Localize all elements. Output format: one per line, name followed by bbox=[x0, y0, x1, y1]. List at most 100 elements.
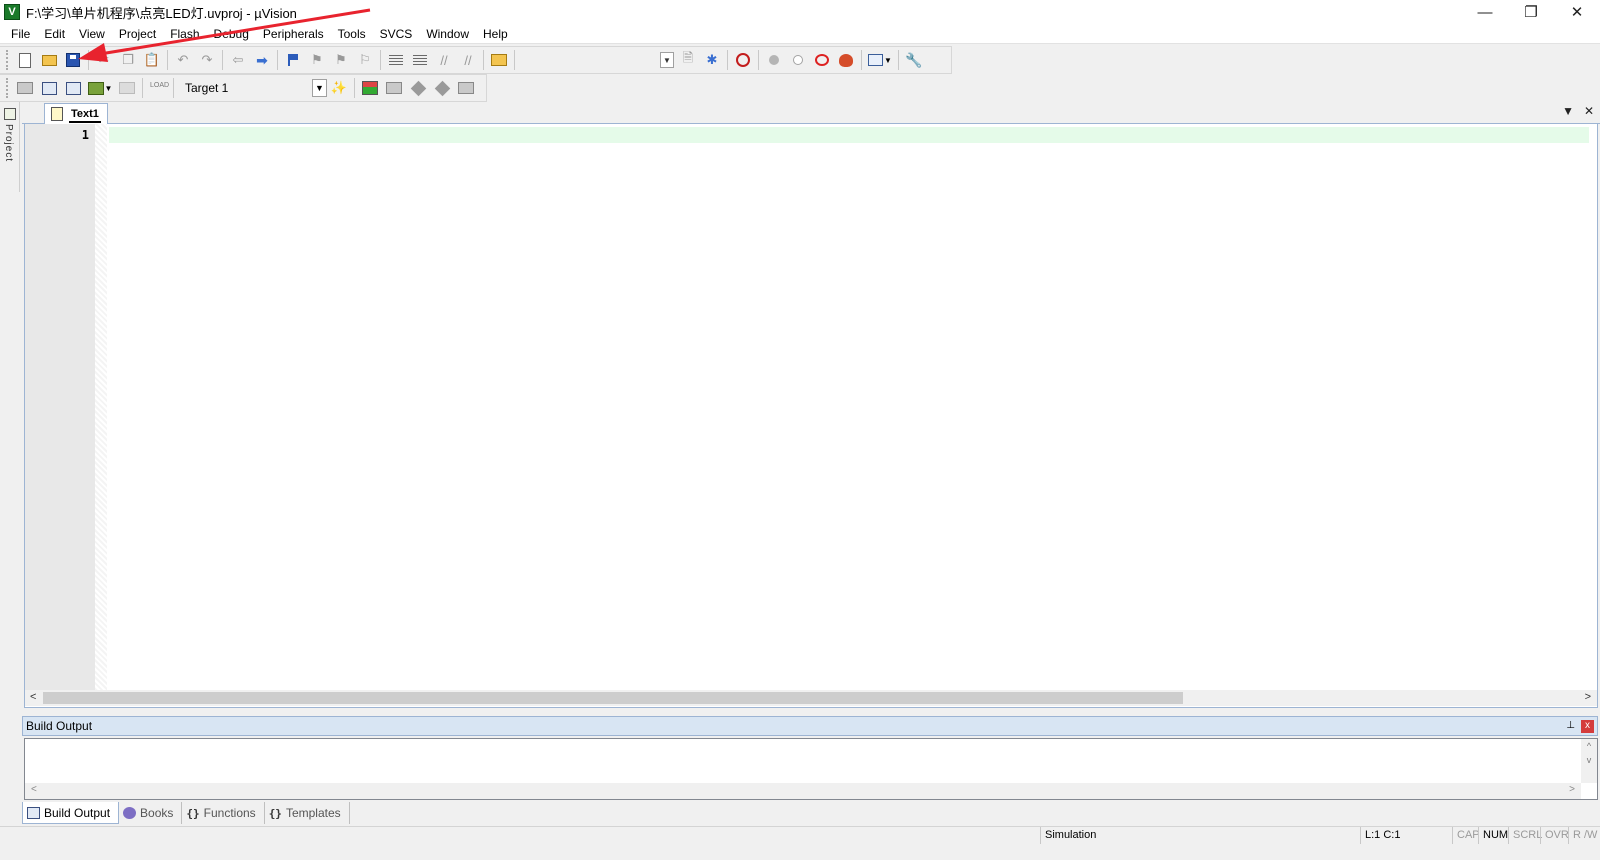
toolbar-separator bbox=[88, 50, 89, 70]
output-horizontal-scrollbar[interactable]: < > bbox=[25, 783, 1581, 799]
disable-all-breakpoints-button[interactable] bbox=[810, 49, 834, 71]
packs-icon bbox=[386, 82, 402, 94]
kill-all-breakpoints-button[interactable] bbox=[834, 49, 858, 71]
redo-button[interactable]: ↷ bbox=[195, 49, 219, 71]
toolbar-separator bbox=[173, 78, 174, 98]
editor-tab-bar: Text1 ▼ ✕ bbox=[22, 102, 1600, 124]
next-bookmark-button[interactable]: ⚑ bbox=[329, 49, 353, 71]
menu-peripherals[interactable]: Peripherals bbox=[256, 24, 331, 44]
configure-icon: ✱ bbox=[706, 52, 718, 67]
select-packs-button[interactable] bbox=[382, 77, 406, 99]
books-icon bbox=[123, 807, 137, 819]
open-folder-icon bbox=[41, 54, 57, 66]
tab-label: Templates bbox=[285, 806, 341, 820]
download-button[interactable]: LOAD bbox=[146, 77, 170, 99]
tab-build-output[interactable]: Build Output bbox=[22, 802, 120, 824]
menu-debug[interactable]: Debug bbox=[207, 24, 256, 44]
pin-icon[interactable]: ⊥ bbox=[1566, 717, 1575, 735]
configure-button[interactable]: ✱ bbox=[700, 49, 724, 71]
tab-functions[interactable]: {} Functions bbox=[182, 802, 265, 824]
navigate-back-button[interactable]: ⇦ bbox=[226, 49, 250, 71]
navigate-forward-button[interactable]: ➡ bbox=[250, 49, 274, 71]
dropdown-arrow-icon: ▼ bbox=[104, 83, 113, 93]
insert-breakpoint-button[interactable] bbox=[762, 49, 786, 71]
find-in-files-button[interactable] bbox=[487, 49, 511, 71]
new-file-button[interactable] bbox=[13, 49, 37, 71]
window-controls: — ❐ ✕ bbox=[1462, 0, 1600, 24]
tab-label: Functions bbox=[203, 806, 256, 820]
copy-button[interactable]: ❐ bbox=[116, 49, 140, 71]
toolbar-separator bbox=[222, 50, 223, 70]
menu-window[interactable]: Window bbox=[419, 24, 476, 44]
restore-button[interactable]: ❐ bbox=[1508, 0, 1554, 24]
scroll-right-icon[interactable]: > bbox=[1569, 784, 1575, 795]
pack-installer-button[interactable] bbox=[430, 77, 454, 99]
scroll-left-icon[interactable]: < bbox=[31, 784, 37, 795]
clear-bookmarks-button[interactable]: ⚐ bbox=[353, 49, 377, 71]
manage-project-items-button[interactable] bbox=[358, 77, 382, 99]
menu-file[interactable]: File bbox=[4, 24, 37, 44]
translate-button[interactable] bbox=[13, 77, 37, 99]
unindent-button[interactable] bbox=[408, 49, 432, 71]
undo-button[interactable]: ↶ bbox=[171, 49, 195, 71]
menu-view[interactable]: View bbox=[72, 24, 112, 44]
paste-button[interactable]: 📋 bbox=[140, 49, 164, 71]
menu-svcs[interactable]: SVCS bbox=[373, 24, 420, 44]
comment-button[interactable]: // bbox=[432, 49, 456, 71]
scrollbar-thumb[interactable] bbox=[43, 692, 1183, 704]
tab-list-dropdown-icon[interactable]: ▼ bbox=[1562, 104, 1574, 118]
translate-icon bbox=[17, 82, 33, 94]
find-combo-dropdown[interactable]: ▼ bbox=[658, 49, 676, 71]
tab-books[interactable]: Books bbox=[119, 802, 183, 824]
open-file-button[interactable] bbox=[37, 49, 61, 71]
menu-flash[interactable]: Flash bbox=[163, 24, 206, 44]
scroll-up-icon[interactable]: ^ bbox=[1581, 739, 1597, 753]
configuration-button[interactable]: 🔧 bbox=[902, 49, 926, 71]
incremental-find-button[interactable]: 🗎 bbox=[676, 49, 700, 71]
code-editor[interactable]: 1 < > bbox=[24, 124, 1598, 708]
toolbar-separator bbox=[354, 78, 355, 98]
minimize-button[interactable]: — bbox=[1462, 0, 1508, 24]
indent-button[interactable] bbox=[384, 49, 408, 71]
toolbar-grip[interactable] bbox=[6, 78, 10, 98]
close-panel-icon[interactable]: x bbox=[1581, 720, 1594, 733]
rebuild-button[interactable] bbox=[61, 77, 85, 99]
target-select[interactable]: Target 1 ▼ bbox=[177, 78, 327, 98]
toolbar-separator bbox=[861, 50, 862, 70]
scroll-down-icon[interactable]: v bbox=[1581, 753, 1597, 767]
build-output-text[interactable]: ^ v < > bbox=[24, 738, 1598, 800]
menu-project[interactable]: Project bbox=[112, 24, 163, 44]
paste-icon: 📋 bbox=[143, 52, 161, 67]
batch-build-button[interactable]: ▼ bbox=[85, 77, 115, 99]
enable-breakpoint-button[interactable] bbox=[786, 49, 810, 71]
vertical-scrollbar[interactable]: ^ v bbox=[1581, 739, 1597, 783]
uncomment-button[interactable]: // bbox=[456, 49, 480, 71]
cut-button[interactable]: ✂ bbox=[92, 49, 116, 71]
close-button[interactable]: ✕ bbox=[1554, 0, 1600, 24]
save-button[interactable] bbox=[61, 49, 85, 71]
rebuild-icon bbox=[65, 81, 81, 95]
project-side-strip[interactable]: Project bbox=[0, 102, 20, 192]
insert-bookmark-button[interactable] bbox=[281, 49, 305, 71]
tab-templates[interactable]: {} Templates bbox=[265, 802, 350, 824]
target-options-button[interactable]: ✨ bbox=[327, 77, 351, 99]
debug-session-button[interactable] bbox=[731, 49, 755, 71]
multi-project-button[interactable] bbox=[454, 77, 478, 99]
window-layout-button[interactable]: ▼ bbox=[865, 49, 895, 71]
prev-bookmark-button[interactable]: ⚑ bbox=[305, 49, 329, 71]
stop-build-button[interactable] bbox=[115, 77, 139, 99]
chevron-down-icon[interactable]: ▼ bbox=[312, 79, 327, 97]
editor-tab-text1[interactable]: Text1 bbox=[44, 103, 108, 124]
scroll-right-icon[interactable]: > bbox=[1585, 691, 1591, 703]
horizontal-scrollbar[interactable]: < > bbox=[25, 690, 1597, 706]
toolbar-grip[interactable] bbox=[6, 50, 10, 70]
close-tab-icon[interactable]: ✕ bbox=[1584, 104, 1594, 118]
scroll-left-icon[interactable]: < bbox=[30, 691, 36, 703]
manage-rte-button[interactable] bbox=[406, 77, 430, 99]
menu-edit[interactable]: Edit bbox=[37, 24, 72, 44]
menu-help[interactable]: Help bbox=[476, 24, 515, 44]
menu-tools[interactable]: Tools bbox=[331, 24, 373, 44]
toolbar-separator bbox=[758, 50, 759, 70]
editor-tab-label: Text1 bbox=[71, 108, 99, 120]
build-button[interactable] bbox=[37, 77, 61, 99]
